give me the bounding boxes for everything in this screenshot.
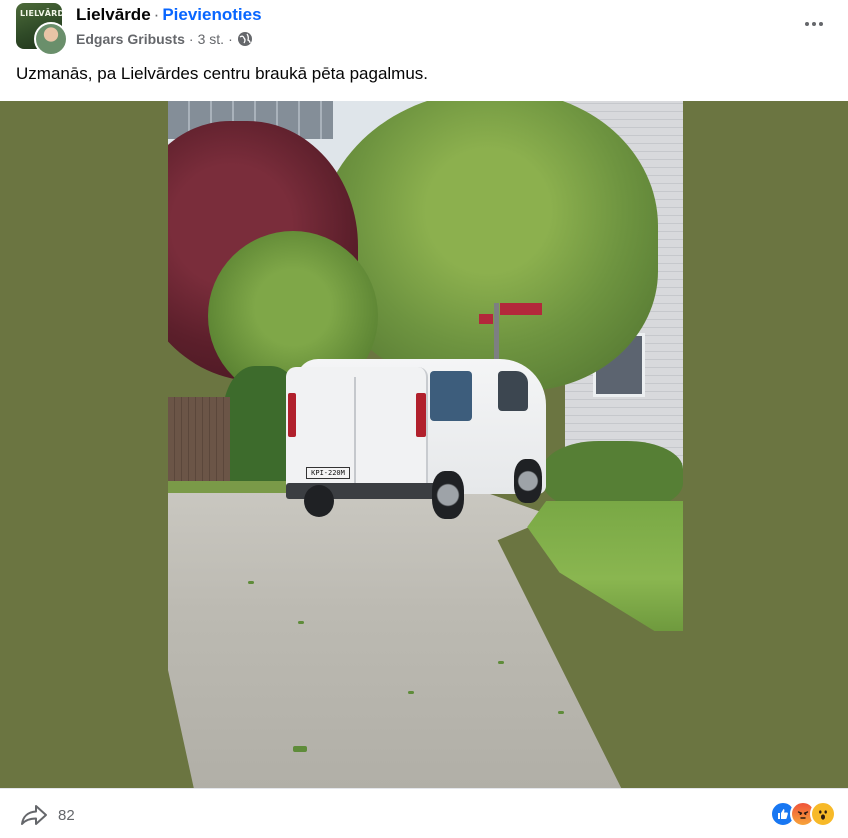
- photo-leaf: [293, 746, 307, 752]
- photo-leaf: [298, 621, 304, 624]
- van-side-window: [430, 371, 472, 421]
- photo-van: KPI-220M: [286, 359, 548, 519]
- post-meta: Edgars Gribusts · 3 st. ·: [76, 31, 253, 47]
- photo-leaf: [248, 581, 254, 584]
- reactions-summary[interactable]: [770, 801, 836, 827]
- photo-street-sign-small: [479, 314, 493, 324]
- join-group-link[interactable]: Pievienoties: [162, 5, 261, 24]
- meta-separator-2: ·: [228, 31, 233, 47]
- group-name-link[interactable]: Lielvārde: [76, 5, 151, 24]
- post-title-line: Lielvārde · Pievienoties: [76, 5, 262, 25]
- author-avatar[interactable]: [34, 22, 68, 56]
- post-photo[interactable]: KPI-220M: [0, 101, 848, 788]
- photo-leaf: [408, 691, 414, 694]
- photo-fence: [168, 397, 230, 482]
- author-name-link[interactable]: Edgars Gribusts: [76, 31, 185, 47]
- van-wheel-front: [514, 459, 542, 503]
- post-footer: 82: [0, 788, 848, 838]
- title-separator: ·: [153, 5, 160, 24]
- post-text: Uzmanās, pa Lielvārdes centru braukā pēt…: [16, 64, 429, 83]
- van-taillight-right: [416, 393, 426, 437]
- van-door-seam: [354, 377, 356, 487]
- thumbs-up-icon: [778, 809, 788, 819]
- group-avatar-logo: LIELVĀRDE: [20, 9, 62, 18]
- photo-leaf: [498, 661, 504, 664]
- wow-face-icon: [819, 810, 827, 820]
- photo-street-sign: [500, 303, 542, 315]
- more-dot: [819, 22, 823, 26]
- van-cab-window: [498, 371, 528, 411]
- angry-face-icon: [797, 811, 809, 819]
- van-wheel-rear: [304, 485, 334, 517]
- photo-leaf: [558, 711, 564, 714]
- more-dot: [805, 22, 809, 26]
- share-icon: [21, 805, 47, 825]
- van-taillight-left: [288, 393, 296, 437]
- meta-separator: ·: [188, 31, 194, 47]
- van-wheel-mid: [432, 471, 464, 519]
- more-dot: [812, 22, 816, 26]
- photo-sign-pole: [494, 303, 499, 363]
- post-header: LIELVĀRDE Lielvārde·Pievienoties Edgars …: [0, 0, 848, 58]
- globe-icon[interactable]: [237, 31, 253, 47]
- wow-reaction-icon: [810, 801, 836, 827]
- more-options-button[interactable]: [802, 14, 826, 34]
- photo-shrub: [543, 441, 683, 511]
- van-license-plate: KPI-220M: [306, 467, 350, 479]
- share-count-button[interactable]: 82: [20, 803, 75, 827]
- post-timestamp[interactable]: 3 st.: [198, 31, 224, 47]
- share-count: 82: [58, 806, 75, 824]
- photo-content: KPI-220M: [168, 101, 683, 788]
